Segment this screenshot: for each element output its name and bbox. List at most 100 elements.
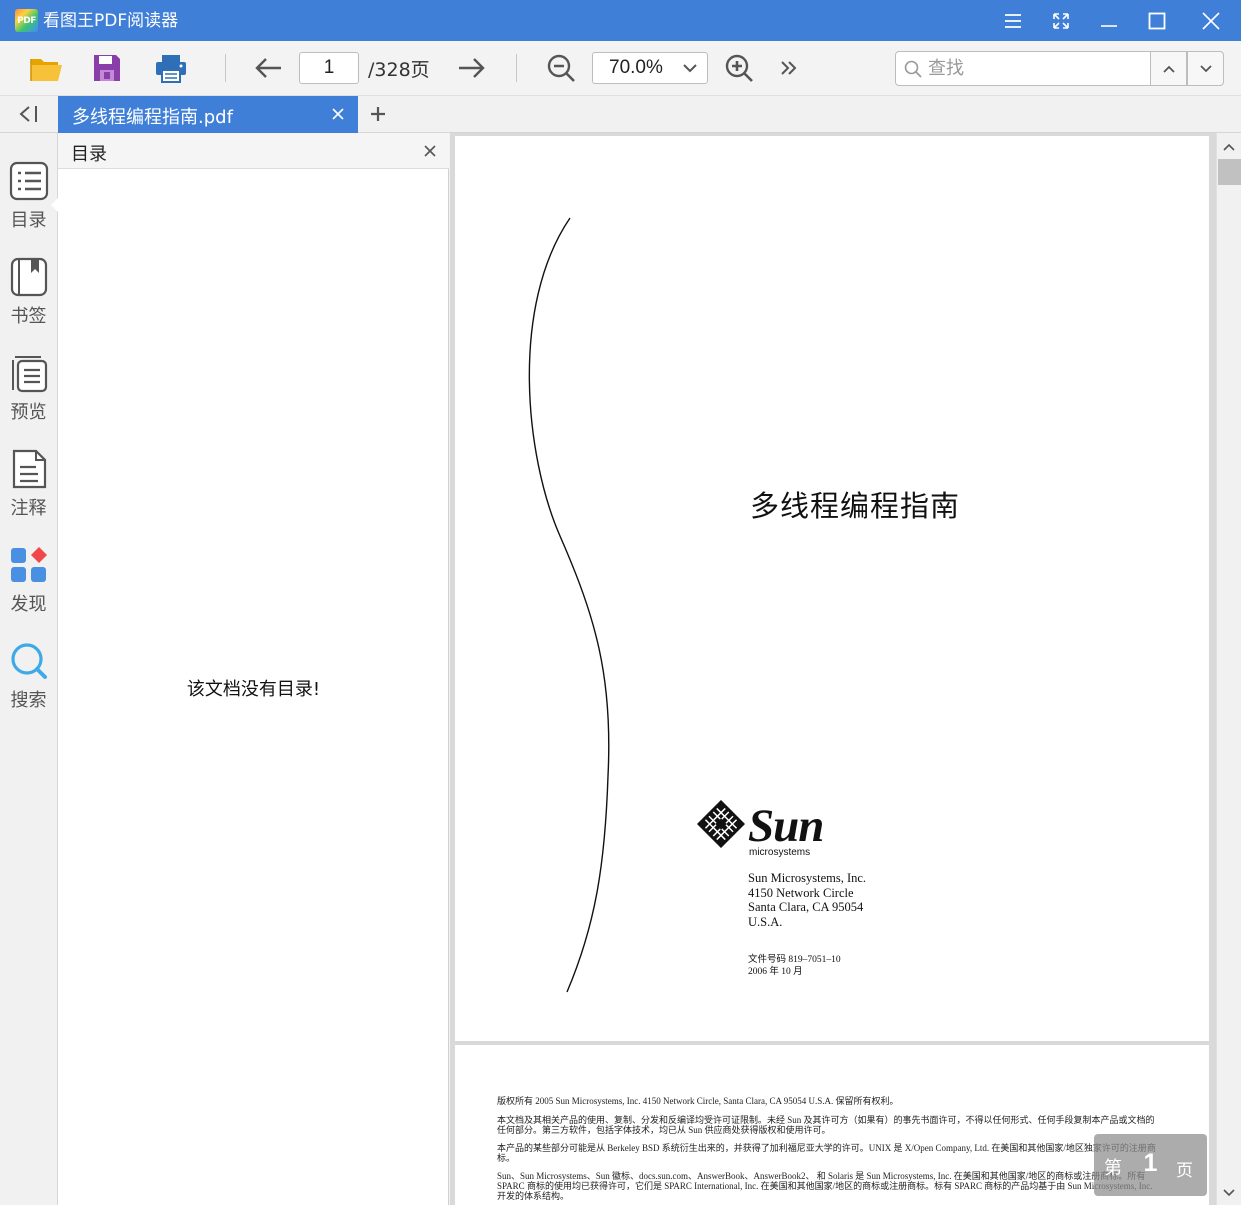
- bookmark-icon: [9, 255, 49, 299]
- hamburger-menu-icon: [1005, 13, 1021, 28]
- empty-toc-message: 该文档没有目录!: [186, 679, 321, 700]
- sun-logo-mark: [697, 800, 745, 848]
- address-line: Santa Clara, CA 95054: [748, 900, 864, 914]
- toolbar-separator: [516, 54, 517, 82]
- nav-item-preview[interactable]: 预览: [0, 351, 57, 435]
- app-logo: PDF: [15, 9, 38, 32]
- nav-label: 发现: [10, 594, 47, 615]
- scroll-down-icon[interactable]: [1222, 1186, 1236, 1200]
- zoom-out-button[interactable]: [543, 51, 579, 85]
- fullscreen-icon: [1053, 12, 1069, 29]
- legal-paragraph: 本产品的某些部分可能是从 Berkeley BSD 系统衍生出来的，并获得了加利…: [497, 1143, 1156, 1163]
- title-bar: PDF 看图王PDF阅读器: [0, 0, 1241, 41]
- page-preview-icon: [9, 351, 49, 395]
- save-button[interactable]: [89, 50, 125, 86]
- legal-paragraph: Sun、Sun Microsystems、Sun 徽标、docs.sun.com…: [497, 1171, 1153, 1201]
- panel-header: 目录: [58, 133, 449, 169]
- tab-label: 多线程编程指南.pdf: [72, 107, 233, 128]
- nav-label: 预览: [10, 402, 47, 423]
- panel-title: 目录: [71, 144, 107, 165]
- zoom-in-icon: [725, 54, 753, 82]
- nav-item-annotation[interactable]: 注释: [0, 447, 57, 531]
- minimize-icon: [1101, 24, 1117, 27]
- double-chevron-right-icon: [781, 61, 797, 75]
- document-title: 多线程编程指南: [750, 489, 961, 523]
- folder-open-icon: [30, 59, 62, 81]
- tab-document[interactable]: 多线程编程指南.pdf: [58, 96, 358, 133]
- open-file-button[interactable]: [26, 50, 66, 86]
- page-indicator-suffix: 页: [1176, 1161, 1193, 1181]
- scrollbar-thumb[interactable]: [1218, 159, 1241, 185]
- nav-item-bookmark[interactable]: 书签: [0, 255, 57, 339]
- save-disk-icon: [94, 55, 120, 81]
- chevron-up-icon: [1162, 65, 1175, 73]
- nav-item-discover[interactable]: 发现: [0, 543, 57, 627]
- toc-panel: 目录 该文档没有目录!: [58, 133, 449, 1205]
- fullscreen-button[interactable]: [1039, 0, 1083, 41]
- close-window-button[interactable]: [1189, 0, 1233, 41]
- tab-bar: 多线程编程指南.pdf: [0, 96, 1241, 133]
- legal-paragraph: 本文档及其相关产品的使用、复制、分发和反编译均受许可证限制。未经 Sun 及其许…: [497, 1115, 1155, 1135]
- total-pages-label: /328页: [368, 59, 430, 81]
- search-icon: [9, 639, 49, 683]
- company-address: Sun Microsystems, Inc. 4150 Network Circ…: [748, 871, 866, 929]
- sun-logo-subtitle: microsystems: [749, 847, 811, 858]
- app-title: 看图王PDF阅读器: [43, 11, 179, 31]
- document-viewer[interactable]: 多线程编程指南 Sun microsystems Sun Microsystem…: [450, 133, 1216, 1205]
- current-page-input[interactable]: [299, 52, 359, 84]
- pdf-page-1: 多线程编程指南 Sun microsystems Sun Microsystem…: [455, 136, 1209, 1041]
- vertical-scrollbar[interactable]: [1216, 133, 1241, 1205]
- arrow-right-icon: [459, 58, 485, 78]
- close-icon: [1202, 11, 1220, 30]
- toolbar: /328页 70.0%: [0, 41, 1241, 96]
- nav-label: 搜索: [10, 690, 47, 711]
- legal-paragraph: 版权所有 2005 Sun Microsystems, Inc. 4150 Ne…: [497, 1096, 899, 1106]
- main-menu-button[interactable]: [991, 0, 1035, 41]
- page-number-overlay: 第 1 页: [1094, 1134, 1207, 1196]
- zoom-in-button[interactable]: [721, 51, 757, 85]
- collapse-left-icon: [19, 106, 37, 122]
- maximize-icon: [1148, 12, 1166, 29]
- next-page-button[interactable]: [454, 53, 490, 83]
- annotation-icon: [9, 447, 49, 491]
- printer-icon: [156, 55, 186, 83]
- zoom-level-value: 70.0%: [609, 57, 663, 78]
- search-input[interactable]: [928, 56, 1143, 81]
- nav-label: 目录: [10, 210, 47, 231]
- discover-apps-icon: [9, 543, 49, 587]
- arrow-left-icon: [255, 58, 281, 78]
- collapse-sidebar-button[interactable]: [0, 96, 58, 132]
- chevron-down-icon: [683, 64, 697, 73]
- maximize-button[interactable]: [1135, 0, 1179, 41]
- zoom-level-select[interactable]: 70.0%: [592, 52, 708, 84]
- search-box: [895, 51, 1151, 86]
- doc-date-line: 2006 年 10 月: [748, 966, 803, 977]
- search-next-button[interactable]: [1187, 51, 1224, 86]
- toc-list-icon: [9, 159, 49, 203]
- close-icon[interactable]: [422, 143, 438, 159]
- search-icon: [904, 60, 922, 78]
- address-line: Sun Microsystems, Inc.: [748, 871, 867, 885]
- address-line: U.S.A.: [748, 914, 783, 929]
- previous-page-button[interactable]: [250, 53, 286, 83]
- sun-logo-word: Sun: [748, 800, 824, 852]
- address-line: 4150 Network Circle: [748, 885, 854, 900]
- zoom-out-icon: [547, 54, 575, 82]
- nav-item-search[interactable]: 搜索: [0, 639, 57, 723]
- search-previous-button[interactable]: [1150, 51, 1187, 86]
- nav-label: 书签: [10, 306, 47, 327]
- plus-icon: [371, 107, 385, 121]
- chevron-down-icon: [1199, 64, 1212, 72]
- print-button[interactable]: [152, 50, 190, 86]
- document-number: 文件号码 819–7051–10 2006 年 10 月: [748, 955, 841, 978]
- close-tab-icon[interactable]: [330, 106, 346, 122]
- toolbar-separator: [225, 54, 226, 82]
- left-nav: 目录 书签 预览 注释 发现 搜索: [0, 133, 59, 1205]
- new-tab-button[interactable]: [366, 102, 390, 126]
- minimize-button[interactable]: [1087, 0, 1131, 41]
- nav-item-toc[interactable]: 目录: [0, 159, 59, 243]
- nav-label: 注释: [10, 498, 47, 519]
- doc-number-line: 文件号码 819–7051–10: [748, 955, 841, 965]
- more-tools-button[interactable]: [776, 55, 802, 81]
- scroll-up-icon[interactable]: [1222, 140, 1236, 154]
